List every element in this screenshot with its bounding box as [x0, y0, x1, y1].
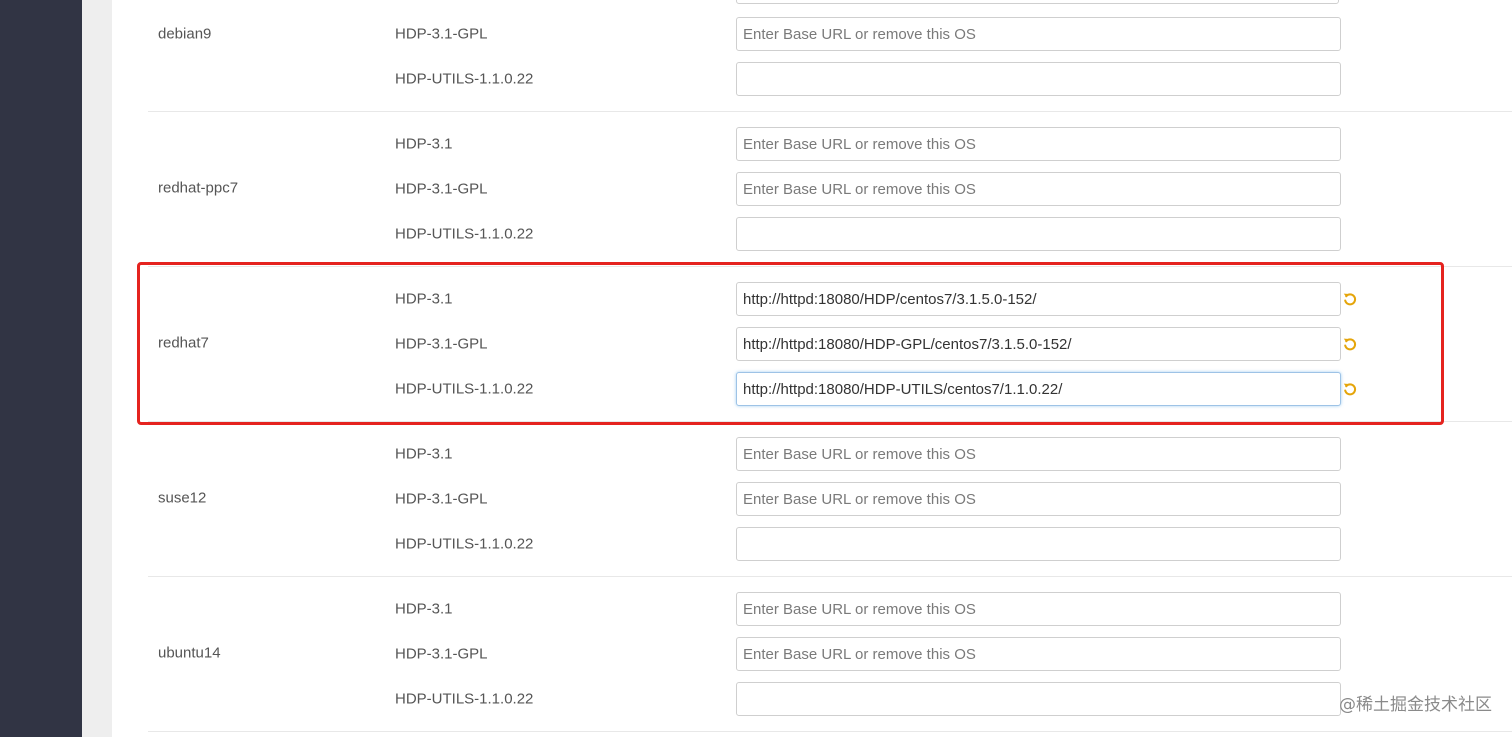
repo-row: HDP-UTILS-1.1.0.22: [148, 62, 1512, 96]
base-url-input[interactable]: [736, 17, 1341, 51]
repo-name: HDP-3.1-GPL: [395, 180, 488, 198]
undo-icon[interactable]: [1342, 381, 1358, 397]
repo-row: HDP-3.1: [148, 282, 1512, 316]
watermark: @稀土掘金技术社区: [1339, 695, 1492, 715]
base-url-input[interactable]: [736, 327, 1341, 361]
base-url-input[interactable]: [736, 372, 1341, 406]
base-url-input[interactable]: [736, 592, 1341, 626]
undo-icon[interactable]: [1342, 291, 1358, 307]
repo-row: HDP-3.1: [148, 592, 1512, 626]
base-url-input[interactable]: [736, 127, 1341, 161]
repo-name: HDP-3.1-GPL: [395, 645, 488, 663]
base-url-input[interactable]: [736, 217, 1341, 251]
os-group-redhat7: redhat7 HDP-3.1 HDP-3.1-GPL HDP-UTILS-1.…: [148, 267, 1512, 422]
repo-row: HDP-3.1-GPL: [148, 482, 1512, 516]
base-url-input[interactable]: [736, 482, 1341, 516]
page-gutter: [82, 0, 112, 737]
repo-row: HDP-UTILS-1.1.0.22: [148, 372, 1512, 406]
os-group-debian9: debian9 HDP-3.1-GPL HDP-UTILS-1.1.0.22: [148, 0, 1512, 112]
os-group-redhat-ppc7: redhat-ppc7 HDP-3.1 HDP-3.1-GPL HDP-UTIL…: [148, 112, 1512, 267]
base-url-input[interactable]: [736, 62, 1341, 96]
base-url-input[interactable]: [736, 282, 1341, 316]
repo-name: HDP-3.1: [395, 290, 453, 308]
repo-name: HDP-3.1: [395, 445, 453, 463]
repo-row: HDP-3.1-GPL: [148, 637, 1512, 671]
os-group-suse12: suse12 HDP-3.1 HDP-3.1-GPL HDP-UTILS-1.1…: [148, 422, 1512, 577]
base-url-input[interactable]: [736, 637, 1341, 671]
repo-row: HDP-UTILS-1.1.0.22: [148, 527, 1512, 561]
repo-name: HDP-3.1: [395, 600, 453, 618]
repo-row: HDP-3.1-GPL: [148, 327, 1512, 361]
repo-row: HDP-3.1-GPL: [148, 172, 1512, 206]
repo-name: HDP-3.1-GPL: [395, 335, 488, 353]
base-url-input[interactable]: [736, 172, 1341, 206]
repo-name: HDP-3.1: [395, 135, 453, 153]
repo-name: HDP-3.1-GPL: [395, 25, 488, 43]
repo-name: HDP-UTILS-1.1.0.22: [395, 380, 534, 398]
repo-name: HDP-UTILS-1.1.0.22: [395, 690, 534, 708]
repo-name: HDP-UTILS-1.1.0.22: [395, 225, 534, 243]
os-group-ubuntu14: ubuntu14 HDP-3.1 HDP-3.1-GPL HDP-UTILS-1…: [148, 577, 1512, 732]
repo-row: HDP-3.1-GPL: [148, 17, 1512, 51]
undo-icon[interactable]: [1342, 336, 1358, 352]
repo-row: HDP-3.1: [148, 127, 1512, 161]
repo-name: HDP-3.1-GPL: [395, 490, 488, 508]
repo-row: HDP-UTILS-1.1.0.22: [148, 682, 1512, 716]
repo-row: HDP-3.1: [148, 437, 1512, 471]
repo-name: HDP-UTILS-1.1.0.22: [395, 70, 534, 88]
base-url-input[interactable]: [736, 437, 1341, 471]
base-url-input[interactable]: [736, 527, 1341, 561]
left-navigation-sidebar: [0, 0, 82, 737]
repo-name: HDP-UTILS-1.1.0.22: [395, 535, 534, 553]
base-url-input[interactable]: [736, 682, 1341, 716]
repo-row: HDP-UTILS-1.1.0.22: [148, 217, 1512, 251]
